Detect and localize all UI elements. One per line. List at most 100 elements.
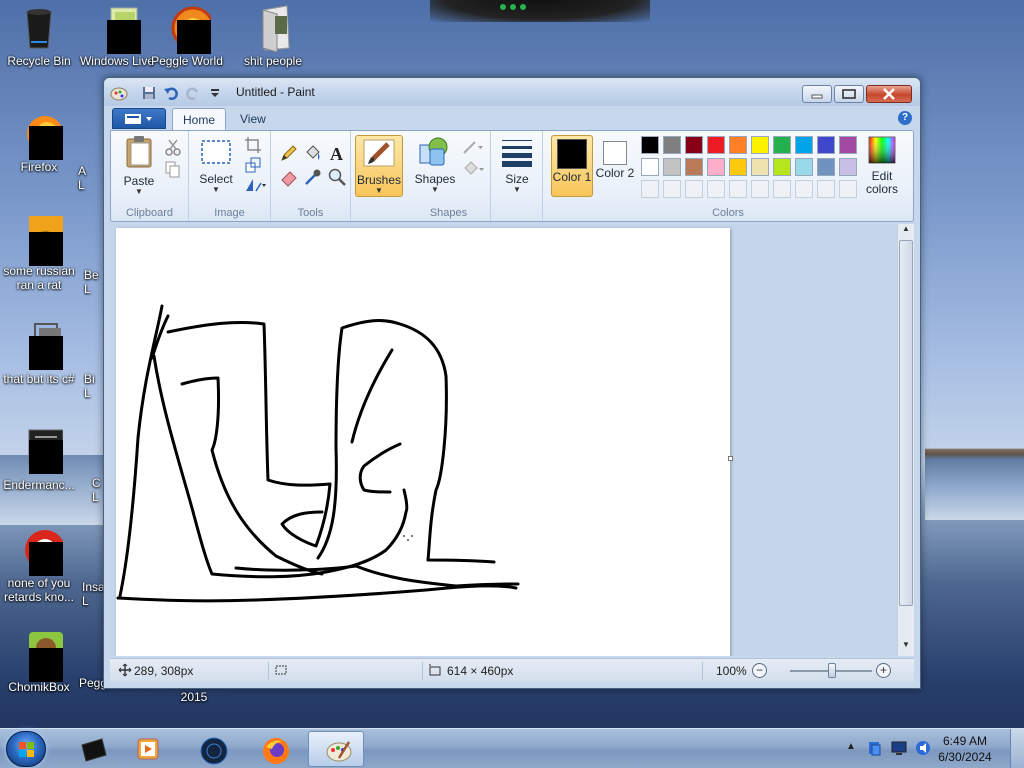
maximize-button[interactable] xyxy=(834,85,864,103)
taskbar-media-player[interactable] xyxy=(120,731,176,767)
custom-color-slot[interactable] xyxy=(685,180,703,198)
cut-icon[interactable] xyxy=(163,137,183,157)
rotate-icon[interactable] xyxy=(243,175,269,195)
customize-qat-icon[interactable] xyxy=(206,84,224,102)
custom-color-slot[interactable] xyxy=(795,180,813,198)
palette-swatch[interactable] xyxy=(707,158,725,176)
custom-color-slot[interactable] xyxy=(839,180,857,198)
desktop-icon-peggle-world[interactable]: Peggle World xyxy=(148,4,226,68)
desktop-icon-none-of-you[interactable]: none of you retards kno... xyxy=(0,526,78,604)
group-size: Size ▼ xyxy=(491,131,543,221)
desktop-icon-shit-people[interactable]: shit people xyxy=(234,4,312,68)
wallpaper-rocks xyxy=(925,440,1024,520)
taskbar-firefox[interactable] xyxy=(246,731,302,767)
palette-swatch[interactable] xyxy=(773,158,791,176)
pencil-icon[interactable] xyxy=(279,143,299,163)
color1-button[interactable]: Color 1 xyxy=(551,135,593,197)
file-menu-button[interactable] xyxy=(112,108,166,129)
drawing-canvas[interactable] xyxy=(116,228,733,656)
desktop-icon-firefox[interactable]: Firefox xyxy=(0,110,78,174)
scroll-down-arrow[interactable]: ▼ xyxy=(898,640,914,654)
desktop-icon-recycle-bin[interactable]: Recycle Bin xyxy=(0,4,78,68)
palette-swatch[interactable] xyxy=(773,136,791,154)
fill-icon[interactable] xyxy=(461,159,487,179)
shapes-button[interactable]: Shapes ▼ xyxy=(413,135,457,194)
save-icon[interactable] xyxy=(140,84,158,102)
taskbar-globe-app[interactable] xyxy=(184,731,240,767)
tab-view[interactable]: View xyxy=(230,108,276,130)
color2-button[interactable]: Color 2 xyxy=(595,135,635,197)
show-desktop-button[interactable] xyxy=(1010,729,1024,768)
taskbar-paint[interactable] xyxy=(308,731,364,767)
desktop-icon-some-russian[interactable]: e some russian ran a rat xyxy=(0,214,78,292)
undo-icon[interactable] xyxy=(162,84,180,102)
scroll-up-arrow[interactable]: ▲ xyxy=(898,224,914,238)
help-icon[interactable]: ? xyxy=(898,111,912,125)
custom-color-slot[interactable] xyxy=(817,180,835,198)
paint-app-icon[interactable] xyxy=(110,84,128,102)
crop-icon[interactable] xyxy=(243,135,263,155)
brushes-button[interactable]: Brushes ▼ xyxy=(355,135,403,197)
close-button[interactable] xyxy=(866,85,912,103)
canvas-workspace[interactable] xyxy=(110,224,914,656)
palette-swatch[interactable] xyxy=(795,136,813,154)
vertical-scrollbar[interactable]: ▲ ▼ xyxy=(897,224,914,656)
text-icon[interactable]: A xyxy=(327,143,347,164)
status-separator xyxy=(422,662,423,680)
copy-icon[interactable] xyxy=(163,159,183,179)
palette-swatch[interactable] xyxy=(663,136,681,154)
magnifier-icon[interactable] xyxy=(327,167,347,187)
tab-home[interactable]: Home xyxy=(172,108,227,130)
paste-button[interactable]: Paste ▼ xyxy=(119,135,159,196)
palette-swatch[interactable] xyxy=(817,136,835,154)
palette-swatch[interactable] xyxy=(751,136,769,154)
title-bar[interactable]: Untitled - Paint xyxy=(104,78,920,106)
palette-swatch[interactable] xyxy=(795,158,813,176)
custom-color-slot[interactable] xyxy=(641,180,659,198)
desktop-icon-endermanch[interactable]: Endermanc... xyxy=(0,428,78,492)
palette-swatch[interactable] xyxy=(641,136,659,154)
palette-swatch[interactable] xyxy=(685,136,703,154)
zoom-in-button[interactable]: + xyxy=(876,663,891,678)
eraser-icon[interactable] xyxy=(279,167,299,187)
network-icon[interactable] xyxy=(866,739,884,760)
show-hidden-icons[interactable]: ▲ xyxy=(846,741,856,752)
zoom-out-button[interactable]: − xyxy=(752,663,767,678)
start-button[interactable] xyxy=(6,731,46,767)
minimize-button[interactable] xyxy=(802,85,832,103)
size-button[interactable]: Size ▼ xyxy=(497,137,537,194)
redo-icon[interactable] xyxy=(184,84,202,102)
custom-color-slot[interactable] xyxy=(729,180,747,198)
group-label: Clipboard xyxy=(125,207,174,219)
palette-swatch[interactable] xyxy=(729,136,747,154)
palette-swatch[interactable] xyxy=(751,158,769,176)
scroll-thumb[interactable] xyxy=(899,240,913,606)
custom-color-slot[interactable] xyxy=(663,180,681,198)
palette-swatch[interactable] xyxy=(817,158,835,176)
taskbar-recycle-app[interactable] xyxy=(62,731,118,767)
taskbar-clock[interactable]: 6:49 AM 6/30/2024 xyxy=(930,733,1000,765)
outline-icon[interactable] xyxy=(461,137,487,157)
monitor-icon[interactable] xyxy=(890,739,908,760)
desktop-icon-that-but-its-csharp[interactable]: that but its c# xyxy=(0,322,78,386)
palette-swatch[interactable] xyxy=(839,136,857,154)
custom-color-slot[interactable] xyxy=(773,180,791,198)
fill-bucket-icon[interactable] xyxy=(303,143,323,163)
zoom-slider-thumb[interactable] xyxy=(828,663,836,678)
resize-icon[interactable] xyxy=(243,155,263,175)
palette-swatch[interactable] xyxy=(685,158,703,176)
color-picker-icon[interactable] xyxy=(303,167,323,187)
desktop-icon-chomikbox[interactable]: ChomikBox xyxy=(0,630,78,694)
palette-swatch[interactable] xyxy=(707,136,725,154)
palette-swatch[interactable] xyxy=(641,158,659,176)
canvas-resize-handle[interactable] xyxy=(728,456,733,461)
edit-colors-button[interactable]: Edit colors xyxy=(859,135,905,196)
desktop-icon-windows-live[interactable]: Windows Live xyxy=(78,4,156,68)
palette-swatch[interactable] xyxy=(663,158,681,176)
select-button[interactable]: Select ▼ xyxy=(195,137,237,194)
custom-color-slot[interactable] xyxy=(707,180,725,198)
custom-color-slot[interactable] xyxy=(751,180,769,198)
palette-swatch[interactable] xyxy=(839,158,857,176)
paint-window[interactable]: Untitled - Paint Home View ? Paste ▼ Cli… xyxy=(103,77,921,689)
palette-swatch[interactable] xyxy=(729,158,747,176)
